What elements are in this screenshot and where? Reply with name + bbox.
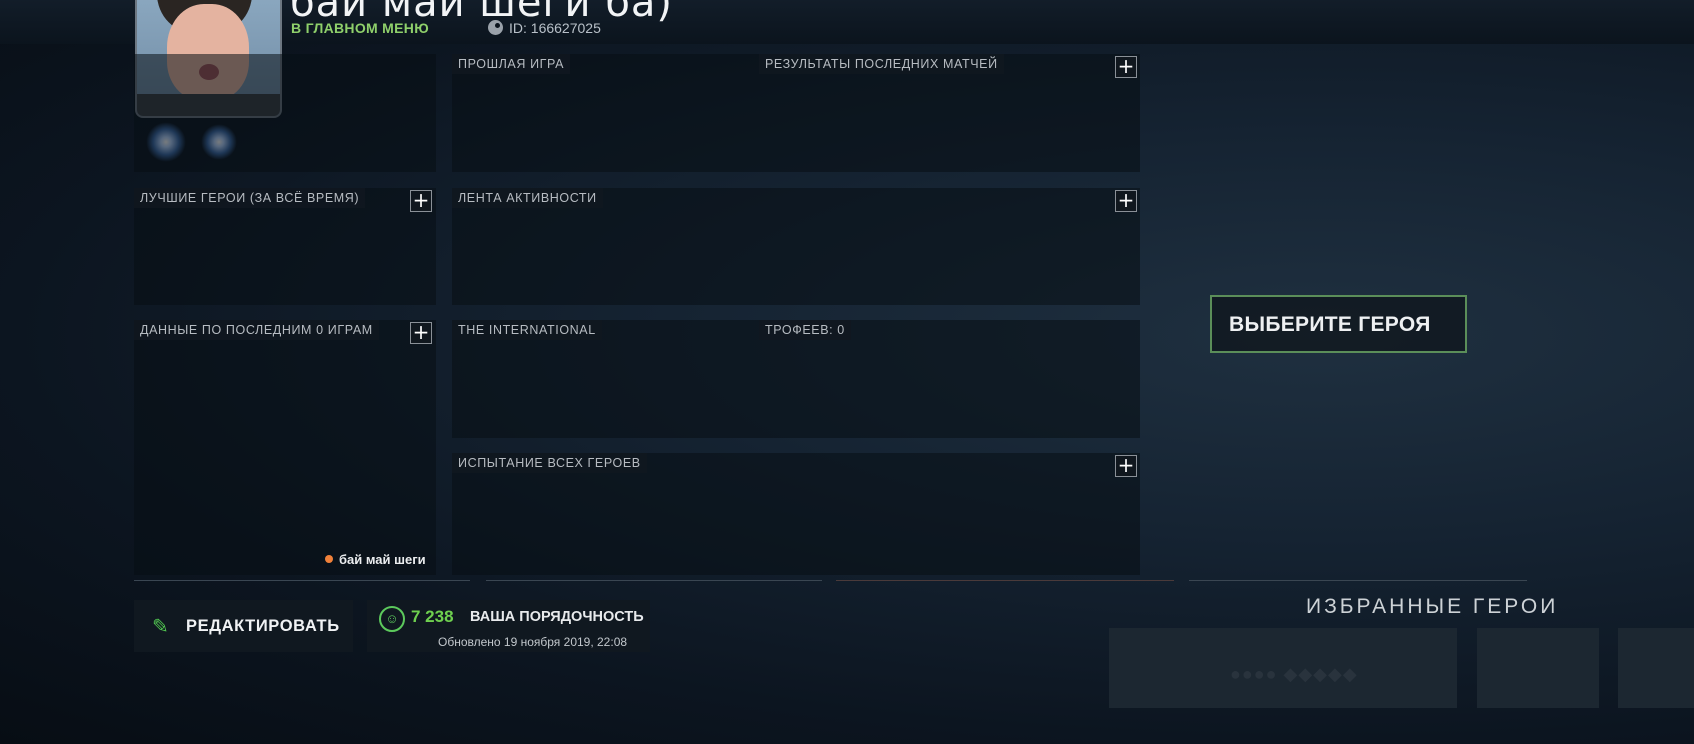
conduct-summary[interactable]: ☺ 7 238 ВАША ПОРЯДОЧНОСТЬ Обновлено 19 н… — [367, 600, 650, 652]
placeholder-pips: ●●●● ◆◆◆◆◆ — [1230, 664, 1358, 684]
separator-line — [134, 580, 470, 581]
steam-icon — [488, 20, 503, 35]
recent-results-add-button[interactable]: + — [1115, 56, 1137, 78]
activity-feed-title: ЛЕНТА АКТИВНОСТИ — [452, 188, 603, 208]
edit-profile-label: РЕДАКТИРОВАТЬ — [186, 617, 340, 635]
activity-feed-add-button[interactable]: + — [1115, 190, 1137, 212]
status-dot-icon — [325, 555, 333, 563]
the-international-panel: THE INTERNATIONAL ТРОФЕЕВ: 0 — [452, 320, 1140, 438]
conduct-value: 7 238 — [411, 607, 454, 626]
pencil-icon: ✎ — [152, 616, 169, 638]
status-main-menu: В ГЛАВНОМ МЕНЮ — [291, 20, 429, 36]
all-heroes-challenge-panel: ИСПЫТАНИЕ ВСЕХ ГЕРОЕВ + — [452, 453, 1140, 575]
last-game-title: ПРОШЛАЯ ИГРА — [452, 54, 571, 74]
activity-feed-panel: ЛЕНТА АКТИВНОСТИ + — [452, 188, 1140, 305]
last-games-stats-title: ДАННЫЕ ПО ПОСЛЕДНИМ 0 ИГРАМ — [134, 320, 379, 340]
best-heroes-panel: ЛУЧШИЕ ГЕРОИ (ЗА ВСЁ ВРЕМЯ) + — [134, 188, 436, 305]
best-heroes-title: ЛУЧШИЕ ГЕРОИ (ЗА ВСЁ ВРЕМЯ) — [134, 188, 366, 208]
separator-line — [486, 580, 822, 581]
avatar-panel — [134, 54, 436, 172]
favorite-hero-card[interactable] — [1477, 628, 1599, 708]
recent-results-title: РЕЗУЛЬТАТЫ ПОСЛЕДНИХ МАТЧЕЙ — [759, 54, 1004, 74]
the-international-title: THE INTERNATIONAL — [452, 320, 602, 340]
smile-icon: ☺ — [379, 606, 405, 632]
favorite-hero-card[interactable] — [1618, 628, 1694, 708]
favorite-heroes-title: ИЗБРАННЫЕ ГЕРОИ — [1306, 595, 1559, 618]
all-heroes-challenge-add-button[interactable]: + — [1115, 455, 1137, 477]
pick-hero-label: ВЫБЕРИТЕ ГЕРОЯ — [1229, 313, 1431, 336]
account-id-text: ID: 166627025 — [509, 20, 601, 36]
last-games-stats-add-button[interactable]: + — [410, 322, 432, 344]
trophies-count: ТРОФЕЕВ: 0 — [759, 320, 851, 340]
status-indicator: бай май шеги — [325, 552, 426, 567]
last-game-panel: ПРОШЛАЯ ИГРА РЕЗУЛЬТАТЫ ПОСЛЕДНИХ МАТЧЕЙ… — [452, 54, 1140, 172]
all-heroes-challenge-title: ИСПЫТАНИЕ ВСЕХ ГЕРОЕВ — [452, 453, 647, 473]
account-id: ID: 166627025 — [488, 20, 601, 36]
edit-profile-button[interactable]: ✎ РЕДАКТИРОВАТЬ — [134, 600, 353, 652]
conduct-label: ВАША ПОРЯДОЧНОСТЬ — [470, 609, 644, 625]
conduct-updated: Обновлено 19 ноября 2019, 22:08 — [438, 635, 628, 649]
last-games-stats-panel: ДАННЫЕ ПО ПОСЛЕДНИМ 0 ИГРАМ + — [134, 320, 436, 575]
separator-line — [1189, 580, 1527, 581]
status-name: бай май шеги — [339, 552, 426, 567]
pick-hero-button[interactable]: ВЫБЕРИТЕ ГЕРОЯ — [1210, 295, 1467, 353]
separator-line — [836, 580, 1174, 581]
best-heroes-add-button[interactable]: + — [410, 190, 432, 212]
